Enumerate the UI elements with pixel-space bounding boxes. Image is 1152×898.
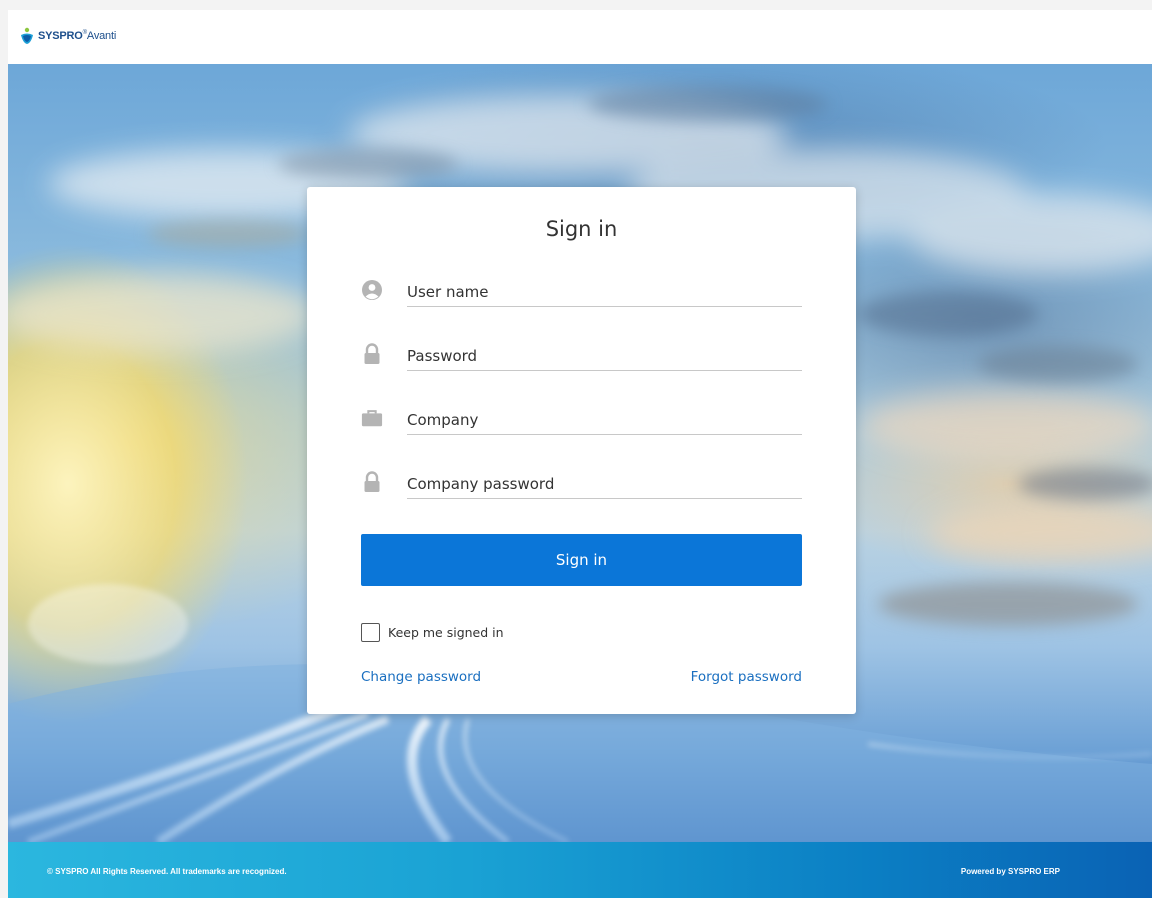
product-name: Avanti: [86, 30, 117, 42]
company-password-field-group: [361, 463, 802, 499]
keep-signed-in[interactable]: Keep me signed in: [361, 622, 504, 642]
brand-name: SYSPRO: [38, 30, 83, 42]
top-bar: SYSPRO®Avanti: [8, 10, 1152, 64]
powered-by-text: Powered by SYSPRO ERP: [960, 867, 1060, 876]
company-lock-icon: [361, 471, 383, 493]
lock-icon: [361, 343, 383, 365]
sign-in-card: Sign in User name Company Sign in Keep m…: [307, 187, 856, 714]
sign-in-title: Sign in: [545, 217, 618, 241]
sign-in-button[interactable]: Sign in: [361, 534, 802, 586]
keep-signed-in-label[interactable]: Keep me signed in: [388, 625, 504, 640]
company-input[interactable]: [407, 399, 802, 435]
company-password-input[interactable]: [407, 463, 802, 499]
briefcase-icon: [361, 407, 383, 429]
syspro-avanti-logo[interactable]: SYSPRO®Avanti: [18, 24, 116, 48]
company-field-group: [361, 399, 802, 435]
copyright-text: © SYSPRO All Rights Reserved. All tradem…: [47, 867, 287, 876]
footer: © SYSPRO All Rights Reserved. All tradem…: [8, 842, 1152, 898]
password-input[interactable]: [407, 335, 802, 371]
keep-signed-in-checkbox[interactable]: [361, 622, 380, 642]
user-circle-icon: [361, 279, 383, 301]
password-field-group: [361, 335, 802, 371]
syspro-logo-icon: [18, 26, 36, 46]
username-input[interactable]: [407, 271, 802, 307]
forgot-password-link[interactable]: Forgot password: [691, 669, 802, 685]
change-password-link[interactable]: Change password: [361, 669, 481, 685]
username-field-group: [361, 271, 802, 307]
